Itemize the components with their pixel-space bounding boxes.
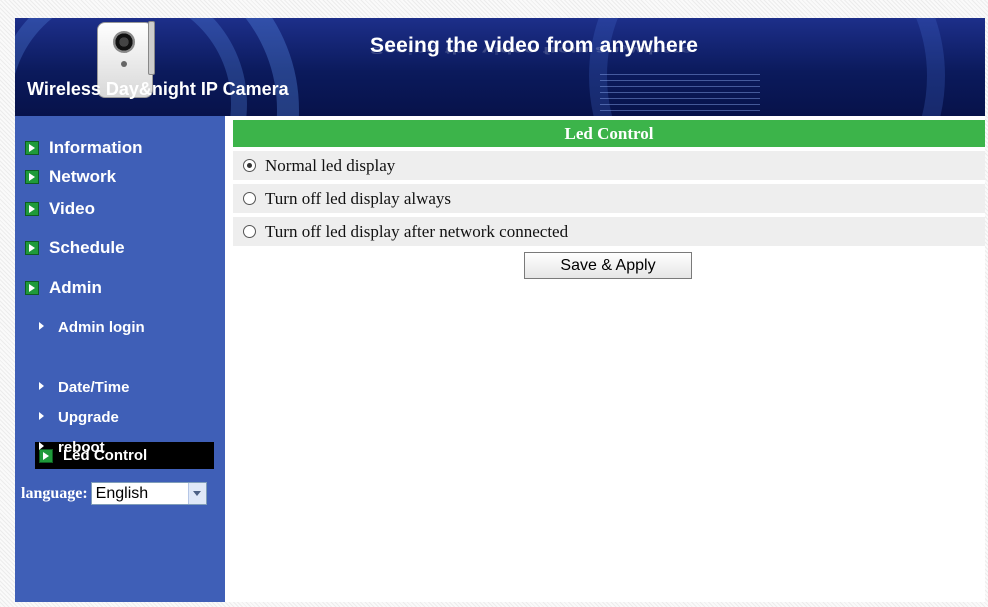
arrow-bullet-icon <box>25 141 39 155</box>
sidebar-subitem-admin-login[interactable]: Admin login <box>39 319 145 336</box>
sidebar-subitem-date-time[interactable]: Date/Time <box>39 379 129 396</box>
sidebar-subitem-upgrade[interactable]: Upgrade <box>39 409 119 426</box>
radio-unchecked-icon[interactable] <box>243 225 256 238</box>
sidebar-subitem-label: Date/Time <box>58 379 130 396</box>
arrow-bullet-icon <box>25 202 39 216</box>
option-label: Turn off led display after network conne… <box>265 221 569 241</box>
section-title: Led Control <box>233 120 985 147</box>
button-row: Save & Apply <box>233 252 985 279</box>
save-apply-button[interactable]: Save & Apply <box>524 252 692 279</box>
triangle-bullet-icon <box>39 441 44 450</box>
sidebar-subitem-reboot[interactable]: reboot <box>39 439 105 456</box>
option-label: Turn off led display always <box>265 188 452 208</box>
arrow-bullet-icon <box>25 281 39 295</box>
app-frame: Seeing the video from anywhere Seeing th… <box>15 18 985 602</box>
sidebar-subitem-label: Upgrade <box>58 409 119 426</box>
sidebar-item-admin[interactable]: Admin <box>25 278 102 298</box>
header-slogan-reflection: Seeing the video from anywhere <box>370 44 693 57</box>
triangle-bullet-icon <box>39 321 44 330</box>
sidebar-subitem-label: reboot <box>58 439 105 456</box>
banner-fine-print-decoration <box>600 74 760 114</box>
sidebar-item-label: Video <box>49 199 95 218</box>
sidebar-subitem-label: Admin login <box>58 319 145 336</box>
sidebar-item-label: Schedule <box>49 238 125 257</box>
led-option-off-after-network[interactable]: Turn off led display after network conne… <box>233 217 985 246</box>
language-select[interactable]: English <box>90 482 207 505</box>
sidebar-item-information[interactable]: Information <box>25 138 143 158</box>
sidebar-item-label: Network <box>49 167 117 186</box>
sidebar-item-label: Information <box>49 138 143 157</box>
triangle-bullet-icon <box>39 381 44 390</box>
header-banner: Seeing the video from anywhere Seeing th… <box>15 18 985 116</box>
radio-checked-icon[interactable] <box>243 159 256 172</box>
arrow-bullet-icon <box>25 170 39 184</box>
main-content: Led Control Normal led display Turn off … <box>233 120 985 279</box>
sidebar: Information Network Video Schedule Admin… <box>15 116 225 602</box>
option-label: Normal led display <box>265 155 396 175</box>
chevron-down-icon[interactable] <box>187 483 206 504</box>
radio-unchecked-icon[interactable] <box>243 192 256 205</box>
language-row: language: English <box>21 482 207 505</box>
language-label: language: <box>21 484 88 502</box>
arrow-bullet-icon <box>25 241 39 255</box>
triangle-bullet-icon <box>39 411 44 420</box>
sidebar-item-video[interactable]: Video <box>25 199 95 219</box>
sidebar-item-network[interactable]: Network <box>25 167 116 187</box>
led-option-off-always[interactable]: Turn off led display always <box>233 184 985 213</box>
sidebar-item-schedule[interactable]: Schedule <box>25 238 125 258</box>
language-selected-value: English <box>95 484 149 502</box>
sidebar-item-label: Admin <box>49 278 102 297</box>
led-option-normal[interactable]: Normal led display <box>233 151 985 180</box>
product-name: Wireless Day&night IP Camera <box>27 79 289 99</box>
